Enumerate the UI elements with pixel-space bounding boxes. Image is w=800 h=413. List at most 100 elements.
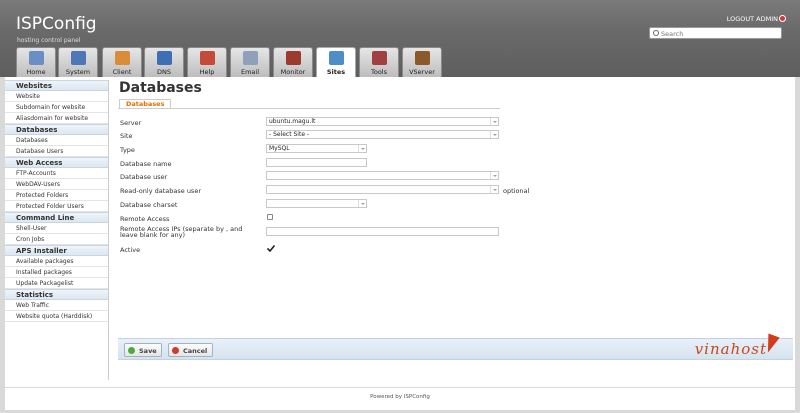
page-title: Databases bbox=[119, 80, 202, 96]
server-select[interactable]: ubuntu.magu.lt bbox=[266, 117, 499, 126]
sidebar-section-web-access: Web Access bbox=[5, 157, 108, 168]
remote-ips-input[interactable] bbox=[266, 227, 499, 236]
sidebar-item[interactable]: FTP-Accounts bbox=[5, 168, 108, 179]
tab-databases[interactable]: Databases bbox=[119, 99, 172, 108]
save-button[interactable]: Save bbox=[124, 343, 162, 357]
watermark-logo: vinahost bbox=[694, 340, 767, 358]
rodbuser-select[interactable] bbox=[266, 185, 499, 194]
save-label: Save bbox=[139, 347, 157, 355]
tab-help[interactable]: Help bbox=[187, 47, 227, 77]
home-icon bbox=[29, 51, 44, 65]
tab-label: Client bbox=[112, 68, 132, 76]
tab-label: VServer bbox=[409, 68, 435, 76]
check-icon bbox=[128, 347, 135, 354]
tools-icon bbox=[372, 51, 387, 65]
sidebar-item[interactable]: Subdomain for website bbox=[5, 102, 108, 113]
tab-dns[interactable]: DNS bbox=[144, 47, 184, 77]
search-box[interactable] bbox=[649, 27, 782, 39]
ispconfig-logo: ISPConfig bbox=[16, 14, 97, 34]
monitor-icon bbox=[286, 51, 301, 65]
sidebar: Websites Website Subdomain for website Alia… bbox=[5, 80, 109, 380]
system-icon bbox=[71, 51, 86, 65]
sidebar-item[interactable]: Web Traffic bbox=[5, 300, 108, 311]
site-select[interactable]: - Select Site - bbox=[266, 130, 499, 139]
chevron-down-icon bbox=[358, 145, 366, 152]
active-checkbox[interactable] bbox=[267, 245, 275, 252]
chevron-down-icon bbox=[490, 131, 498, 138]
tab-home[interactable]: Home bbox=[16, 47, 56, 77]
dbuser-select[interactable] bbox=[266, 171, 499, 180]
main-frame: Websites Website Subdomain for website Alia… bbox=[5, 77, 795, 410]
server-label: Server bbox=[120, 119, 142, 127]
tab-client[interactable]: Client bbox=[102, 47, 142, 77]
tagline: hosting control panel bbox=[17, 37, 81, 44]
sidebar-item[interactable]: Shell-User bbox=[5, 223, 108, 234]
sidebar-section-websites: Websites bbox=[5, 80, 108, 91]
remote-access-checkbox[interactable] bbox=[267, 214, 273, 220]
active-label: Active bbox=[120, 246, 141, 254]
sidebar-section-databases: Databases bbox=[5, 124, 108, 135]
sidebar-item[interactable]: Available packages bbox=[5, 256, 108, 267]
chevron-down-icon bbox=[490, 172, 498, 179]
vserver-icon bbox=[415, 51, 430, 65]
tab-monitor[interactable]: Monitor bbox=[273, 47, 313, 77]
cancel-button[interactable]: Cancel bbox=[168, 343, 213, 357]
charset-select[interactable] bbox=[266, 199, 367, 208]
tab-divider bbox=[118, 108, 500, 109]
sidebar-item[interactable]: Database Users bbox=[5, 146, 108, 157]
tab-system[interactable]: System bbox=[58, 47, 98, 77]
sidebar-item[interactable]: Protected Folder Users bbox=[5, 201, 108, 212]
email-icon bbox=[243, 51, 258, 65]
type-value: MySQL bbox=[269, 145, 290, 152]
cancel-label: Cancel bbox=[183, 347, 208, 355]
chevron-down-icon bbox=[490, 186, 498, 193]
remote-ips-label: Remote Access IPs (separate by , and lea… bbox=[120, 226, 242, 239]
sidebar-section-statistics: Statistics bbox=[5, 289, 108, 300]
search-input[interactable] bbox=[661, 29, 776, 38]
rodbuser-label: Read-only database user bbox=[120, 187, 201, 195]
tab-email[interactable]: Email bbox=[230, 47, 270, 77]
sidebar-item[interactable]: Website bbox=[5, 91, 108, 102]
tab-sites[interactable]: Sites bbox=[316, 47, 356, 77]
dns-icon bbox=[157, 51, 172, 65]
tab-label: Monitor bbox=[280, 68, 306, 76]
sidebar-item[interactable]: Aliasdomain for website bbox=[5, 113, 108, 124]
type-select[interactable]: MySQL bbox=[266, 144, 367, 153]
sidebar-item[interactable]: Update Packagelist bbox=[5, 278, 108, 289]
sidebar-item[interactable]: Installed packages bbox=[5, 267, 108, 278]
site-value: - Select Site - bbox=[269, 131, 310, 138]
chevron-down-icon bbox=[358, 200, 366, 207]
content-area: Databases Databases Server ubuntu.magu.l… bbox=[118, 80, 793, 380]
tab-label: Home bbox=[26, 68, 46, 76]
client-icon bbox=[115, 51, 130, 65]
sites-icon bbox=[329, 51, 344, 65]
header-bar: ISPConfig hosting control panel LOGOUT A… bbox=[0, 0, 800, 77]
help-icon bbox=[200, 51, 215, 65]
sidebar-section-command-line: Command Line bbox=[5, 212, 108, 223]
remote-label: Remote Access bbox=[120, 215, 170, 223]
tab-tools[interactable]: Tools bbox=[359, 47, 399, 77]
cancel-icon bbox=[172, 347, 179, 354]
sidebar-section-aps-installer: APS Installer bbox=[5, 245, 108, 256]
sidebar-item[interactable]: Website quota (Harddisk) bbox=[5, 311, 108, 322]
optional-note: optional bbox=[503, 187, 530, 195]
button-bar: Save Cancel bbox=[118, 338, 793, 360]
tab-label: DNS bbox=[157, 68, 171, 76]
sidebar-item[interactable]: Databases bbox=[5, 135, 108, 146]
type-label: Type bbox=[120, 146, 135, 154]
search-icon bbox=[653, 30, 659, 36]
dbname-label: Database name bbox=[120, 160, 172, 168]
dbname-input[interactable] bbox=[266, 158, 367, 167]
power-icon[interactable] bbox=[779, 15, 786, 22]
tab-label: Email bbox=[240, 68, 260, 76]
tab-vserver[interactable]: VServer bbox=[402, 47, 442, 77]
sidebar-item[interactable]: Cron Jobs bbox=[5, 234, 108, 245]
sidebar-item[interactable]: WebDAV-Users bbox=[5, 179, 108, 190]
tab-label: System bbox=[65, 68, 91, 76]
chevron-down-icon bbox=[490, 118, 498, 125]
tab-label: Help bbox=[199, 68, 215, 76]
sidebar-item[interactable]: Protected Folders bbox=[5, 190, 108, 201]
logout-link[interactable]: LOGOUT ADMIN bbox=[727, 15, 778, 23]
charset-label: Database charset bbox=[120, 201, 178, 209]
server-value: ubuntu.magu.lt bbox=[269, 118, 316, 125]
